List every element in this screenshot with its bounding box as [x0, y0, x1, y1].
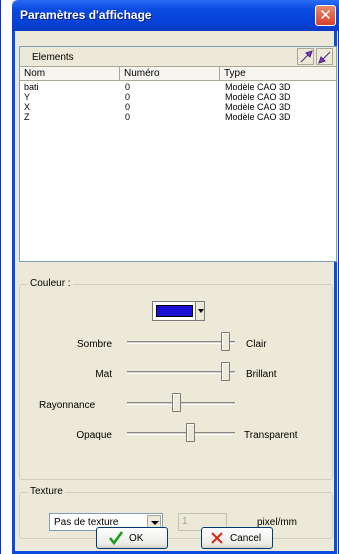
slider-left-label: Sombre — [76, 339, 112, 350]
column-header-type[interactable]: Type — [220, 67, 336, 81]
color-picker-button[interactable] — [152, 301, 205, 321]
checkmark-icon — [109, 531, 123, 545]
slider-left-label: Opaque — [76, 430, 112, 441]
list-header: Nom Numéro Type — [20, 67, 336, 81]
list-item[interactable]: Z 0 Modèle CAO 3D — [20, 112, 336, 122]
arrow-up-icon — [300, 50, 313, 63]
ok-button-label: OK — [129, 533, 144, 544]
slider-right-label: Transparent — [244, 430, 298, 441]
title-bar[interactable]: Paramètres d'affichage ✕ — [12, 0, 339, 31]
close-icon — [211, 532, 223, 544]
background-strip — [1, 0, 12, 554]
slider-rayonnance[interactable] — [127, 402, 235, 405]
list-item[interactable]: bati 0 Modèle CAO 3D — [20, 82, 336, 92]
item-type: Modèle CAO 3D — [225, 112, 291, 122]
item-numero: 0 — [125, 102, 131, 112]
chevron-down-icon[interactable] — [195, 302, 204, 320]
list-item[interactable]: Y 0 Modèle CAO 3D — [20, 92, 336, 102]
slider-right-label: Brillant — [246, 369, 277, 380]
column-header-nom[interactable]: Nom — [20, 67, 120, 81]
close-button[interactable]: ✕ — [315, 5, 336, 26]
slider-left-label: Rayonnance — [39, 400, 96, 411]
elements-header-label: Elements — [32, 52, 74, 63]
item-type: Modèle CAO 3D — [225, 102, 291, 112]
couleur-label: Couleur : — [28, 278, 73, 289]
slider-thumb[interactable] — [171, 393, 181, 412]
elements-list: bati 0 Modèle CAO 3D Y 0 Modèle CAO 3D X… — [20, 82, 336, 122]
slider-right-label: Clair — [246, 339, 267, 350]
item-nom: Z — [24, 112, 30, 122]
color-swatch — [156, 305, 193, 317]
column-header-numero[interactable]: Numéro — [120, 67, 220, 81]
slider-thumb[interactable] — [221, 332, 231, 351]
arrow-down-icon — [318, 51, 331, 64]
list-item[interactable]: X 0 Modèle CAO 3D — [20, 102, 336, 112]
item-nom: bati — [24, 82, 39, 92]
item-type: Modèle CAO 3D — [225, 92, 291, 102]
elements-panel-header: Elements — [20, 47, 336, 67]
ok-button[interactable]: OK — [96, 527, 168, 549]
dialog-window: Paramètres d'affichage ✕ Elements Nom Nu… — [0, 0, 339, 554]
item-numero: 0 — [125, 112, 131, 122]
slider-opaque-transparent[interactable] — [127, 432, 235, 435]
window-title: Paramètres d'affichage — [20, 8, 152, 22]
slider-mat-brillant[interactable] — [127, 371, 235, 374]
cancel-button[interactable]: Cancel — [201, 527, 273, 549]
elements-panel: Elements Nom Numéro Type bati 0 Modèle C… — [19, 46, 337, 262]
move-down-button[interactable] — [316, 48, 333, 65]
slider-sombre-clair[interactable] — [127, 341, 235, 344]
slider-thumb[interactable] — [186, 423, 196, 442]
slider-left-label: Mat — [95, 369, 112, 380]
move-up-button[interactable] — [297, 48, 314, 65]
item-numero: 0 — [125, 92, 131, 102]
texture-label: Texture — [28, 486, 65, 497]
item-numero: 0 — [125, 82, 131, 92]
item-nom: Y — [24, 92, 31, 102]
item-nom: X — [24, 102, 31, 112]
item-type: Modèle CAO 3D — [225, 82, 291, 92]
slider-thumb[interactable] — [221, 362, 231, 381]
close-icon: ✕ — [319, 7, 332, 24]
cancel-button-label: Cancel — [230, 533, 262, 544]
